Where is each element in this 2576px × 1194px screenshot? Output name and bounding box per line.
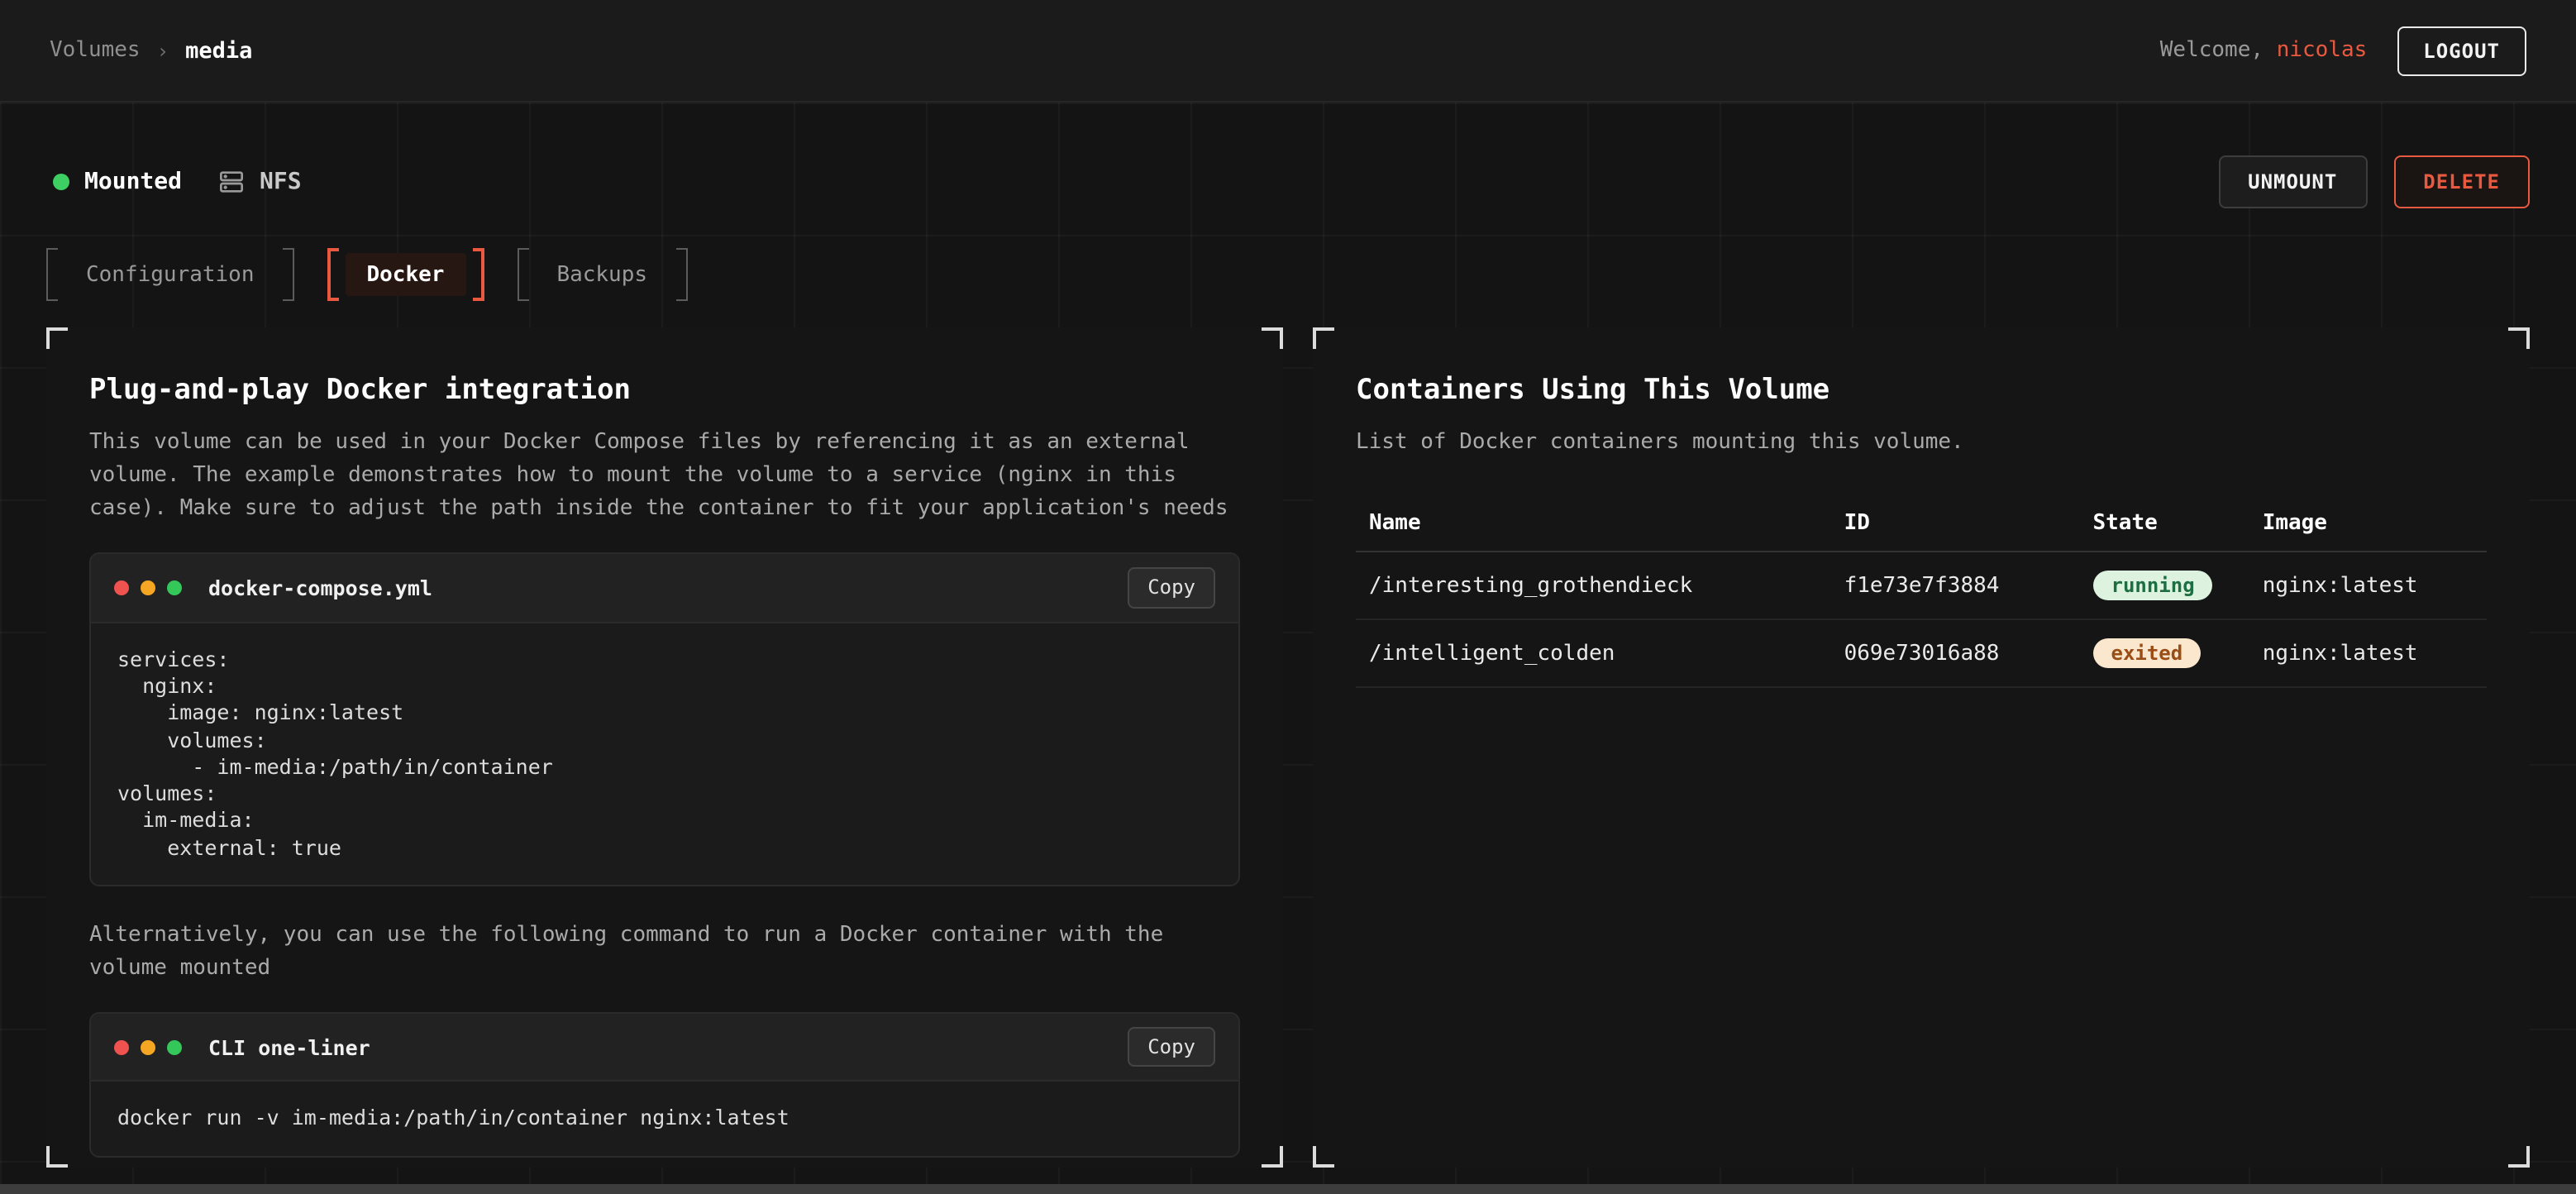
docker-panel-description: This volume can be used in your Docker C… (89, 427, 1240, 527)
volume-actions: UNMOUNT DELETE (2218, 155, 2530, 208)
corner-bracket-icon (1313, 1146, 1334, 1168)
status-badge: exited (2093, 638, 2202, 668)
breadcrumb: Volumes › media (50, 37, 252, 64)
bracket-right-icon (283, 248, 294, 301)
traffic-light-yellow-icon (141, 580, 155, 595)
app-root: Volumes › media Welcome, nicolas LOGOUT … (0, 0, 2576, 1194)
bracket-right-icon (675, 248, 687, 301)
top-bar-right: Welcome, nicolas LOGOUT (2160, 26, 2526, 75)
compose-code-block: docker-compose.yml Copy services: nginx:… (89, 553, 1240, 886)
traffic-light-red-icon (114, 580, 129, 595)
table-row: /intelligent_colden 069e73016a88 exited … (1356, 619, 2487, 687)
corner-bracket-icon (2508, 1146, 2530, 1168)
tab-label: Backups (535, 253, 669, 296)
table-header-row: Name ID State Image (1356, 496, 2487, 552)
copy-compose-button[interactable]: Copy (1128, 568, 1215, 609)
horizontal-scrollbar[interactable] (0, 1184, 2576, 1194)
tab-docker[interactable]: Docker (327, 248, 484, 301)
table-row: /interesting_grothendieck f1e73e7f3884 r… (1356, 552, 2487, 619)
cli-code-block: CLI one-liner Copy docker run -v im-medi… (89, 1012, 1240, 1157)
delete-button[interactable]: DELETE (2393, 155, 2530, 208)
corner-bracket-icon (46, 1146, 68, 1168)
status-badge: running (2093, 571, 2213, 600)
breadcrumb-volumes-link[interactable]: Volumes (50, 38, 141, 63)
tab-configuration[interactable]: Configuration (46, 248, 294, 301)
welcome-text: Welcome, nicolas (2160, 38, 2368, 63)
cli-filename: CLI one-liner (208, 1035, 370, 1060)
breadcrumb-separator-icon: › (157, 39, 169, 62)
container-id: 069e73016a88 (1831, 619, 2080, 687)
unmount-button[interactable]: UNMOUNT (2218, 155, 2367, 208)
breadcrumb-current-volume: media (185, 37, 252, 64)
volume-status-row: Mounted NFS UNMOUNT DELET (46, 155, 2530, 208)
logout-button[interactable]: LOGOUT (2397, 26, 2526, 75)
compose-filename: docker-compose.yml (208, 576, 432, 600)
mounted-status: Mounted (53, 169, 182, 195)
container-image: nginx:latest (2249, 619, 2487, 687)
panels-row: Plug-and-play Docker integration This vo… (46, 327, 2530, 1168)
volume-status-group: Mounted NFS (46, 169, 302, 195)
corner-bracket-icon (1313, 327, 1334, 349)
bracket-right-icon (472, 248, 484, 301)
mounted-status-dot-icon (53, 174, 69, 190)
corner-bracket-icon (1262, 327, 1283, 349)
mounted-status-label: Mounted (84, 169, 182, 195)
column-header-id: ID (1831, 496, 2080, 552)
corner-bracket-icon (46, 327, 68, 349)
top-bar: Volumes › media Welcome, nicolas LOGOUT (0, 0, 2576, 103)
container-name: /interesting_grothendieck (1356, 552, 1831, 619)
corner-bracket-icon (2508, 327, 2530, 349)
corner-bracket-icon (1262, 1146, 1283, 1168)
containers-panel-subtitle: List of Docker containers mounting this … (1356, 427, 2487, 460)
docker-integration-panel: Plug-and-play Docker integration This vo… (46, 327, 1283, 1168)
column-header-image: Image (2249, 496, 2487, 552)
main-content: Mounted NFS UNMOUNT DELET (0, 103, 2576, 1184)
traffic-light-red-icon (114, 1040, 129, 1055)
copy-cli-button[interactable]: Copy (1128, 1027, 1215, 1067)
welcome-prefix: Welcome, (2160, 38, 2264, 63)
bracket-left-icon (46, 248, 58, 301)
cli-intro-text: Alternatively, you can use the following… (89, 919, 1240, 986)
traffic-light-green-icon (167, 1040, 182, 1055)
tab-bar: Configuration Docker Backups (46, 248, 2530, 301)
tab-label: Docker (346, 253, 466, 296)
traffic-light-yellow-icon (141, 1040, 155, 1055)
compose-code: services: nginx: image: nginx:latest vol… (91, 623, 1238, 885)
docker-panel-title: Plug-and-play Docker integration (89, 374, 1240, 407)
volume-type-label: NFS (260, 169, 302, 195)
bracket-left-icon (517, 248, 528, 301)
username: nicolas (2277, 38, 2368, 63)
nfs-server-icon (218, 169, 245, 195)
column-header-state: State (2080, 496, 2249, 552)
cli-code-header: CLI one-liner Copy (91, 1014, 1238, 1082)
tab-backups[interactable]: Backups (517, 248, 687, 301)
scrollbar-thumb[interactable] (0, 1184, 2576, 1194)
containers-table: Name ID State Image /interesting_grothen… (1356, 496, 2487, 688)
containers-panel: Containers Using This Volume List of Doc… (1313, 327, 2530, 1168)
volume-type: NFS (218, 169, 302, 195)
containers-panel-title: Containers Using This Volume (1356, 374, 2487, 407)
container-name: /intelligent_colden (1356, 619, 1831, 687)
container-image: nginx:latest (2249, 552, 2487, 619)
bracket-left-icon (327, 248, 339, 301)
tab-label: Configuration (64, 253, 276, 296)
container-id: f1e73e7f3884 (1831, 552, 2080, 619)
compose-code-header: docker-compose.yml Copy (91, 555, 1238, 623)
column-header-name: Name (1356, 496, 1831, 552)
traffic-light-green-icon (167, 580, 182, 595)
cli-code: docker run -v im-media:/path/in/containe… (91, 1082, 1238, 1156)
